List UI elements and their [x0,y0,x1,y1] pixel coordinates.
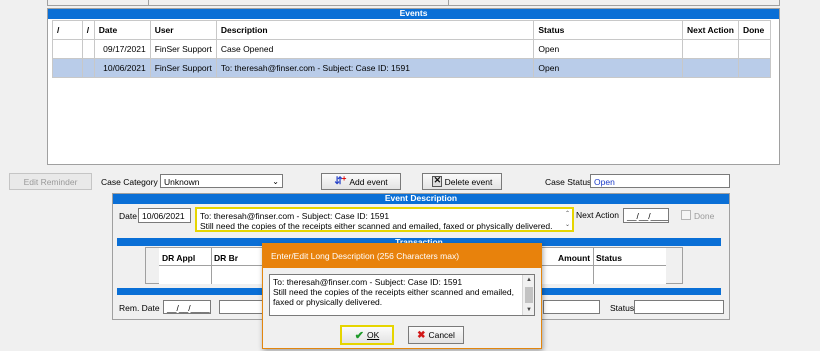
next-action-label: Next Action [576,210,619,220]
event-description-field[interactable]: To: theresah@finser.com - Subject: Case … [195,207,574,232]
dialog-title: Enter/Edit Long Description (256 Charact… [263,244,541,268]
delete-event-button[interactable]: ✕ Delete event [422,173,502,190]
rem-date-label: Rem. Date [119,303,160,313]
event-date: 10/06/2021 [93,58,151,78]
column-header-sort1[interactable]: / [52,20,83,40]
events-panel: Events / / Date User Description Status … [47,8,780,165]
column-header-dr-appl[interactable]: DR Appl [162,253,195,263]
event-description: Case Opened [215,39,535,59]
table-row-selected[interactable]: 10/06/2021 FinSer Support To: theresah@f… [52,58,772,78]
reminder-field-2[interactable] [543,300,600,314]
events-header-row: / / Date User Description Status Next Ac… [52,20,772,40]
reminder-status-field[interactable] [634,300,724,314]
done-label: Done [694,211,715,221]
plus-icon: + [341,174,347,183]
edit-reminder-button[interactable]: Edit Reminder [9,173,92,190]
column-header-dr-br[interactable]: DR Br [214,253,238,263]
long-description-textarea[interactable]: To: theresah@finser.com - Subject: Case … [269,274,535,316]
case-category-label: Case Category [101,177,158,187]
divider [448,0,449,6]
event-date-field[interactable]: 10/06/2021 [138,208,191,223]
event-date: 09/17/2021 [93,39,151,59]
case-category-value: Unknown [164,177,200,187]
column-header-user[interactable]: User [149,20,217,40]
cancel-button[interactable]: ✖ Cancel [408,326,464,344]
table-row[interactable]: 09/17/2021 FinSer Support Case Opened Op… [52,39,772,59]
events-table: / / Date User Description Status Next Ac… [52,20,772,78]
reminder-field[interactable] [219,300,264,314]
column-header-next-action[interactable]: Next Action [681,20,739,40]
dialog-line-3: faxed or physically delivered. [273,297,383,307]
ok-button[interactable]: ✔ OK [340,325,394,345]
description-line-1: To: theresah@finser.com - Subject: Case … [200,211,390,221]
column-header-date[interactable]: Date [93,20,151,40]
column-header-amount[interactable]: Amount [558,253,590,263]
divider [148,0,149,6]
delete-event-label: Delete event [444,176,493,187]
scrollbar[interactable]: ▲ ▼ [522,275,534,315]
events-header: Events [48,9,779,19]
top-panel-edge [47,0,780,6]
add-event-button[interactable]: ⇵ + Add event [321,173,401,190]
chevron-down-icon: ⌄ [272,177,279,186]
cancel-x-icon: ✖ [417,329,426,341]
add-event-label: Add event [349,176,388,187]
description-line-2: Still need the copies of the receipts ei… [200,221,553,231]
scroll-down-icon[interactable]: ⌄ [565,220,570,230]
scroll-thumb[interactable] [525,287,533,303]
scroll-down-icon[interactable]: ▼ [523,305,534,315]
edit-reminder-label: Edit Reminder [23,176,78,187]
rem-date-field[interactable]: __/__/____ [163,300,211,314]
column-header-status[interactable]: Status [533,20,683,40]
cancel-label: Cancel [428,330,455,340]
delete-event-icon: ✕ [431,175,442,187]
case-category-select[interactable]: Unknown ⌄ [160,174,283,188]
reminder-status-label: Status [610,303,635,313]
case-status-label: Case Status [545,177,592,187]
event-description-header: Event Description [113,194,729,204]
column-header-description[interactable]: Description [215,20,535,40]
event-description: To: theresah@finser.com - Subject: Case … [215,58,535,78]
long-description-dialog: Enter/Edit Long Description (256 Charact… [262,243,542,349]
checkmark-icon: ✔ [354,329,364,342]
scroll-up-icon[interactable]: ▲ [523,275,534,285]
event-status: Open [533,39,683,59]
column-header-done[interactable]: Done [737,20,772,40]
scroll-up-icon[interactable]: ⌃ [565,209,570,219]
ok-label: OK [366,330,380,340]
column-header-status[interactable]: Status [596,253,622,263]
case-status-field[interactable]: Open [590,174,730,188]
done-checkbox[interactable] [681,210,691,220]
date-label: Date [119,211,137,221]
dialog-line-1: To: theresah@finser.com - Subject: Case … [273,277,463,287]
next-action-field[interactable]: __/__/____ [623,208,669,223]
event-user: FinSer Support [149,58,217,78]
event-status: Open [533,58,683,78]
dialog-line-2: Still need the copies of the receipts ei… [273,287,514,297]
column-header-sort2[interactable]: / [81,20,95,40]
event-user: FinSer Support [149,39,217,59]
